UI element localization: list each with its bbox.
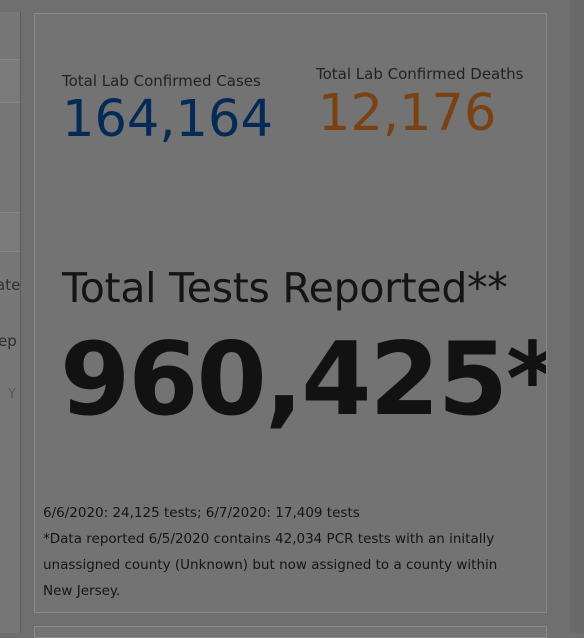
confirmed-cases-stat: Total Lab Confirmed Cases 164,164 (62, 72, 273, 148)
confirmed-deaths-label: Total Lab Confirmed Deaths (316, 65, 524, 83)
stats-card: Total Lab Confirmed Cases 164,164 Total … (34, 13, 547, 613)
side-panel-band (0, 59, 20, 103)
side-panel-text: ater (0, 276, 21, 294)
confirmed-cases-label: Total Lab Confirmed Cases (62, 72, 261, 90)
side-panel-text: Y (8, 387, 16, 402)
side-panel: ater ep Y (0, 12, 21, 633)
total-tests-label: Total Tests Reported** (62, 264, 508, 312)
total-tests-value: 960,425* (60, 320, 547, 438)
confirmed-deaths-stat: Total Lab Confirmed Deaths 12,176 (316, 65, 523, 142)
side-panel-text: ep (0, 332, 17, 350)
confirmed-deaths-value: 12,176 (318, 84, 497, 143)
next-card (34, 626, 547, 638)
footnote-line: unassigned county (Unknown) but now assi… (43, 557, 498, 573)
footnote-line: New Jersey. (43, 583, 121, 599)
side-panel-band (0, 212, 20, 252)
footnote-line: *Data reported 6/5/2020 contains 42,034 … (43, 531, 495, 547)
scrollbar[interactable] (570, 0, 584, 633)
footnotes: 6/6/2020: 24,125 tests; 6/7/2020: 17,409… (43, 500, 538, 604)
footnote-line: 6/6/2020: 24,125 tests; 6/7/2020: 17,409… (43, 505, 360, 521)
confirmed-cases-value: 164,164 (62, 90, 273, 149)
